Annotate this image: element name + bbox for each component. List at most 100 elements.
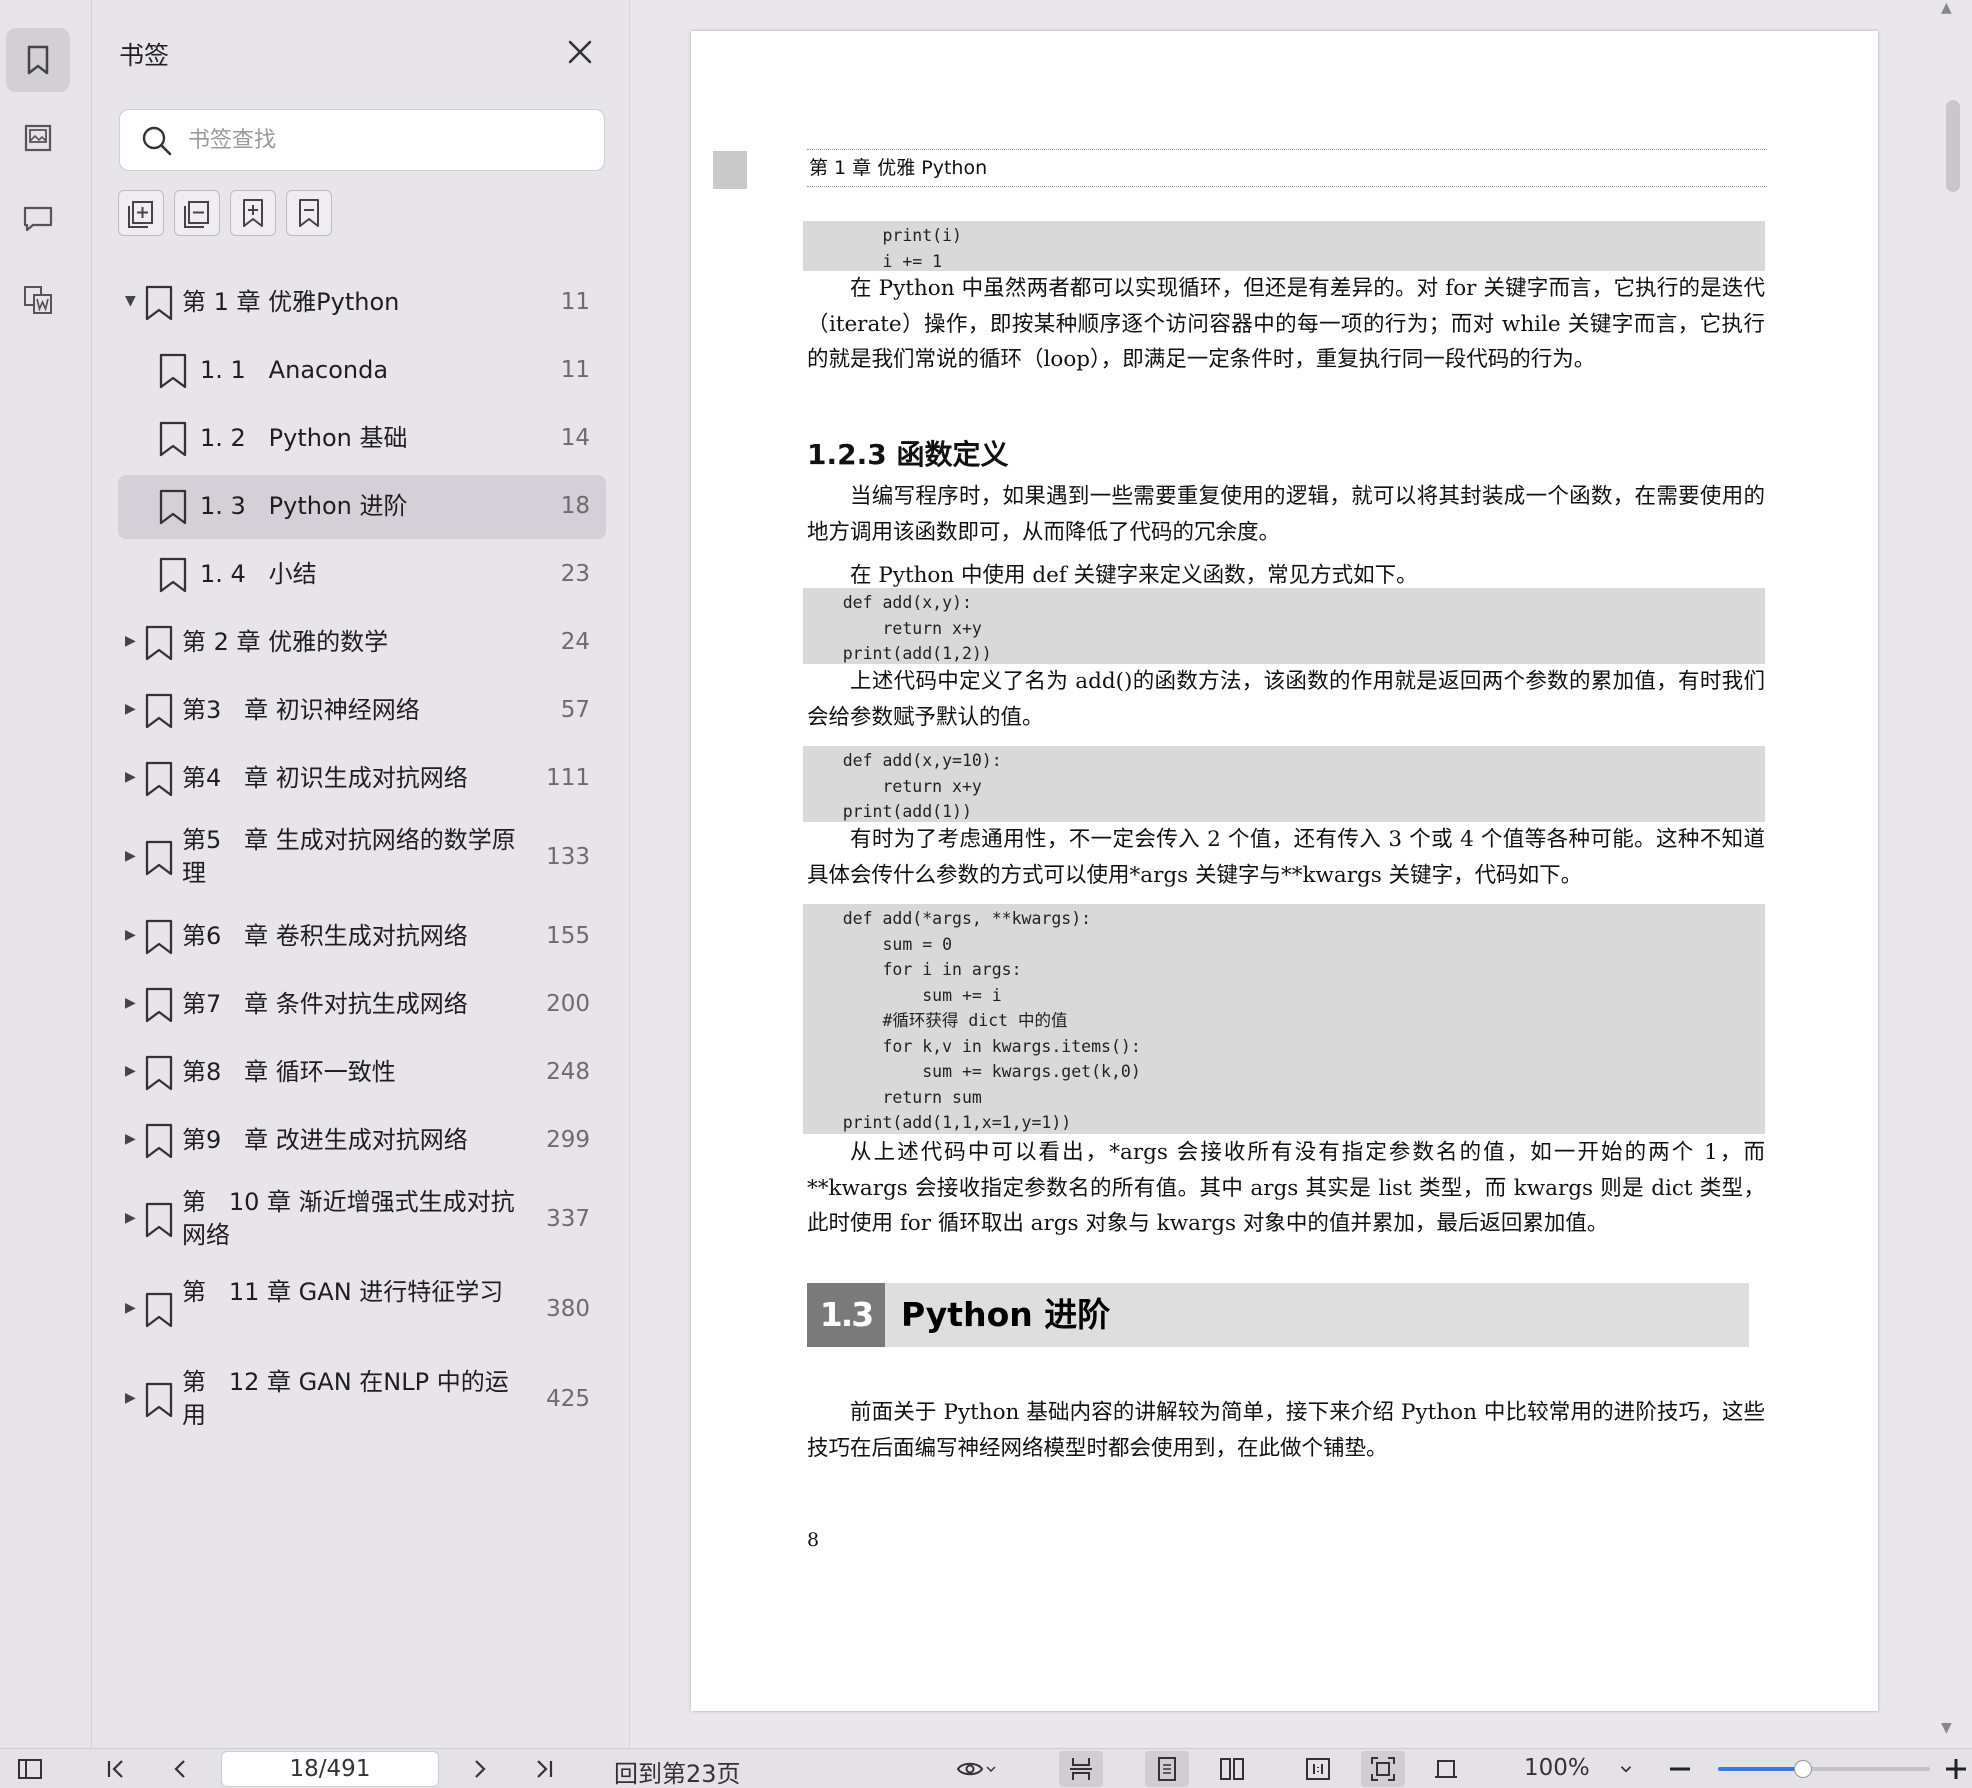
caret-right-icon[interactable]: ▶ <box>125 1300 136 1316</box>
bookmark-label: 1. 2 Python 基础 <box>200 424 408 452</box>
bookmark-page-number: 23 <box>560 561 590 587</box>
bookmark-chapter-item[interactable]: ▶ 第9 章 改进生成对抗网络 299 <box>118 1109 606 1173</box>
bookmark-chapter-item[interactable]: ▶ 第 12 章 GAN 在NLP 中的运用 425 <box>118 1357 606 1443</box>
first-page-icon <box>107 1760 123 1778</box>
section-title: Python 进阶 <box>901 1295 1111 1334</box>
bookmark-label: 第9 章 改进生成对抗网络 <box>182 1126 468 1154</box>
caret-right-icon[interactable]: ▶ <box>125 1390 136 1406</box>
add-bookmark-button[interactable] <box>230 190 276 236</box>
bookmark-chapter-item[interactable]: ▶ 第7 章 条件对抗生成网络 200 <box>118 973 606 1037</box>
thumbnail-tab-button[interactable] <box>6 106 70 170</box>
previous-page-button[interactable] <box>164 1753 196 1785</box>
bookmark-label: 1. 4 小结 <box>200 560 317 588</box>
continuous-scroll-button[interactable] <box>1059 1751 1103 1787</box>
last-page-button[interactable] <box>528 1753 560 1785</box>
zoom-slider-handle[interactable] <box>1793 1760 1812 1778</box>
comment-icon <box>23 206 53 232</box>
collapse-all-button[interactable] <box>174 190 220 236</box>
bookmark-page-number: 11 <box>560 357 590 383</box>
single-page-icon <box>1158 1757 1176 1781</box>
bookmark-label: 第 2 章 优雅的数学 <box>182 628 389 656</box>
code-block: def add(*args, **kwargs): sum = 0 for i … <box>803 904 1765 1134</box>
zoom-in-button[interactable] <box>1940 1753 1972 1785</box>
panel-title: 书签 <box>119 41 170 70</box>
bookmark-chapter-item[interactable]: ▶ 第 2 章 优雅的数学 24 <box>118 611 606 675</box>
caret-down-icon[interactable]: ▼ <box>125 293 136 309</box>
bookmark-chapter-item[interactable]: ▶ 第8 章 循环一致性 248 <box>118 1041 606 1105</box>
remove-bookmark-button[interactable] <box>286 190 332 236</box>
caret-right-icon[interactable]: ▶ <box>125 1063 136 1079</box>
zoom-slider[interactable] <box>1718 1760 1930 1778</box>
bookmark-chapter-item[interactable]: ▶ 第3 章 初识神经网络 57 <box>118 679 606 743</box>
bookmark-chapter-item[interactable]: ▶ 第 11 章 GAN 进行特征学习 380 <box>118 1267 606 1353</box>
zoom-out-button[interactable] <box>1664 1753 1696 1785</box>
expand-all-button[interactable] <box>118 190 164 236</box>
single-page-button[interactable] <box>1145 1751 1189 1787</box>
scroll-down-arrow-icon[interactable]: ▼ <box>1941 1720 1952 1736</box>
close-panel-button[interactable] <box>564 36 596 68</box>
expand-all-icon <box>128 201 153 228</box>
bookmark-page-number: 299 <box>546 1127 590 1153</box>
bookmark-label: 第 11 章 GAN 进行特征学习 <box>182 1278 504 1306</box>
return-to-page-link[interactable]: 回到第23页 <box>614 1754 741 1788</box>
vertical-scrollbar-thumb[interactable] <box>1946 100 1960 192</box>
zoom-level-label[interactable]: 100% <box>1524 1755 1590 1781</box>
bookmark-icon <box>145 693 173 729</box>
close-icon <box>568 40 592 64</box>
caret-right-icon[interactable]: ▶ <box>125 769 136 785</box>
page-number-input[interactable] <box>221 1751 439 1787</box>
document-viewer[interactable]: 第 1 章 优雅 Python print(i) i += 1 在 Python… <box>631 0 1972 1748</box>
bookmark-label: 第6 章 卷积生成对抗网络 <box>182 922 468 950</box>
caret-right-icon[interactable]: ▶ <box>125 1131 136 1147</box>
caret-right-icon[interactable]: ▶ <box>125 633 136 649</box>
first-page-button[interactable] <box>100 1753 132 1785</box>
section-banner: 1.3 Python 进阶 <box>807 1283 1749 1347</box>
bookmark-chapter-item[interactable]: ▶ 第5 章 生成对抗网络的数学原理 133 <box>118 815 606 901</box>
image-thumbnail-icon <box>24 124 52 152</box>
toggle-sidebar-button[interactable] <box>14 1753 46 1785</box>
minus-icon <box>1670 1767 1690 1771</box>
section-number: 1.3 <box>807 1283 885 1347</box>
bookmark-tab-button[interactable] <box>6 28 70 92</box>
actual-size-button[interactable] <box>1302 1753 1334 1785</box>
next-page-button[interactable] <box>464 1753 496 1785</box>
caret-right-icon[interactable]: ▶ <box>125 995 136 1011</box>
fit-page-button[interactable] <box>1361 1751 1405 1787</box>
body-paragraph: 从上述代码中可以看出，*args 会接收所有没有指定参数名的值，如一开始的两个 … <box>807 1140 1765 1236</box>
page-number: 8 <box>807 1529 820 1551</box>
comment-tab-button[interactable] <box>6 186 70 250</box>
caret-right-icon[interactable]: ▶ <box>125 927 136 943</box>
plus-icon <box>1946 1759 1966 1779</box>
sidebar-toggle-icon <box>18 1759 42 1779</box>
bookmark-search-input[interactable] <box>188 120 588 160</box>
bookmark-section-item[interactable]: 1. 2 Python 基础 14 <box>118 407 606 471</box>
bookmark-label: 第8 章 循环一致性 <box>182 1058 396 1086</box>
bookmark-chapter-item[interactable]: ▶ 第6 章 卷积生成对抗网络 155 <box>118 905 606 969</box>
bookmark-chapter-item[interactable]: ▼ 第 1 章 优雅Python 11 <box>118 271 606 335</box>
bookmark-chapter-item[interactable]: ▶ 第 10 章 渐近增强式生成对抗网络 337 <box>118 1177 606 1263</box>
bookmark-label: 第5 章 生成对抗网络的数学原理 <box>182 826 516 887</box>
remove-bookmark-icon <box>299 199 319 227</box>
rotate-icon <box>1435 1760 1457 1778</box>
bookmark-section-item[interactable]: 1. 3 Python 进阶 18 <box>118 475 606 539</box>
word-convert-icon <box>24 286 52 314</box>
bookmark-label: 第 12 章 GAN 在NLP 中的运用 <box>182 1368 509 1429</box>
caret-right-icon[interactable]: ▶ <box>125 848 136 864</box>
continuous-page-icon <box>1070 1758 1092 1780</box>
zoom-dropdown-button[interactable] <box>1610 1753 1642 1785</box>
eye-protection-button[interactable] <box>950 1753 1004 1785</box>
bookmark-icon <box>159 353 187 389</box>
scroll-up-arrow-icon[interactable]: ▲ <box>1941 0 1952 16</box>
caret-right-icon[interactable]: ▶ <box>125 1210 136 1226</box>
rotate-page-button[interactable] <box>1430 1753 1462 1785</box>
pdf-page: 第 1 章 优雅 Python print(i) i += 1 在 Python… <box>691 31 1878 1711</box>
double-page-button[interactable] <box>1216 1753 1248 1785</box>
chevron-left-icon <box>174 1760 185 1778</box>
bookmark-icon <box>145 840 173 876</box>
bookmark-chapter-item[interactable]: ▶ 第4 章 初识生成对抗网络 111 <box>118 747 606 811</box>
word-convert-tab-button[interactable] <box>6 268 70 332</box>
bookmark-icon <box>145 1382 173 1418</box>
bookmark-section-item[interactable]: 1. 4 小结 23 <box>118 543 606 607</box>
bookmark-section-item[interactable]: 1. 1 Anaconda 11 <box>118 339 606 403</box>
caret-right-icon[interactable]: ▶ <box>125 701 136 717</box>
